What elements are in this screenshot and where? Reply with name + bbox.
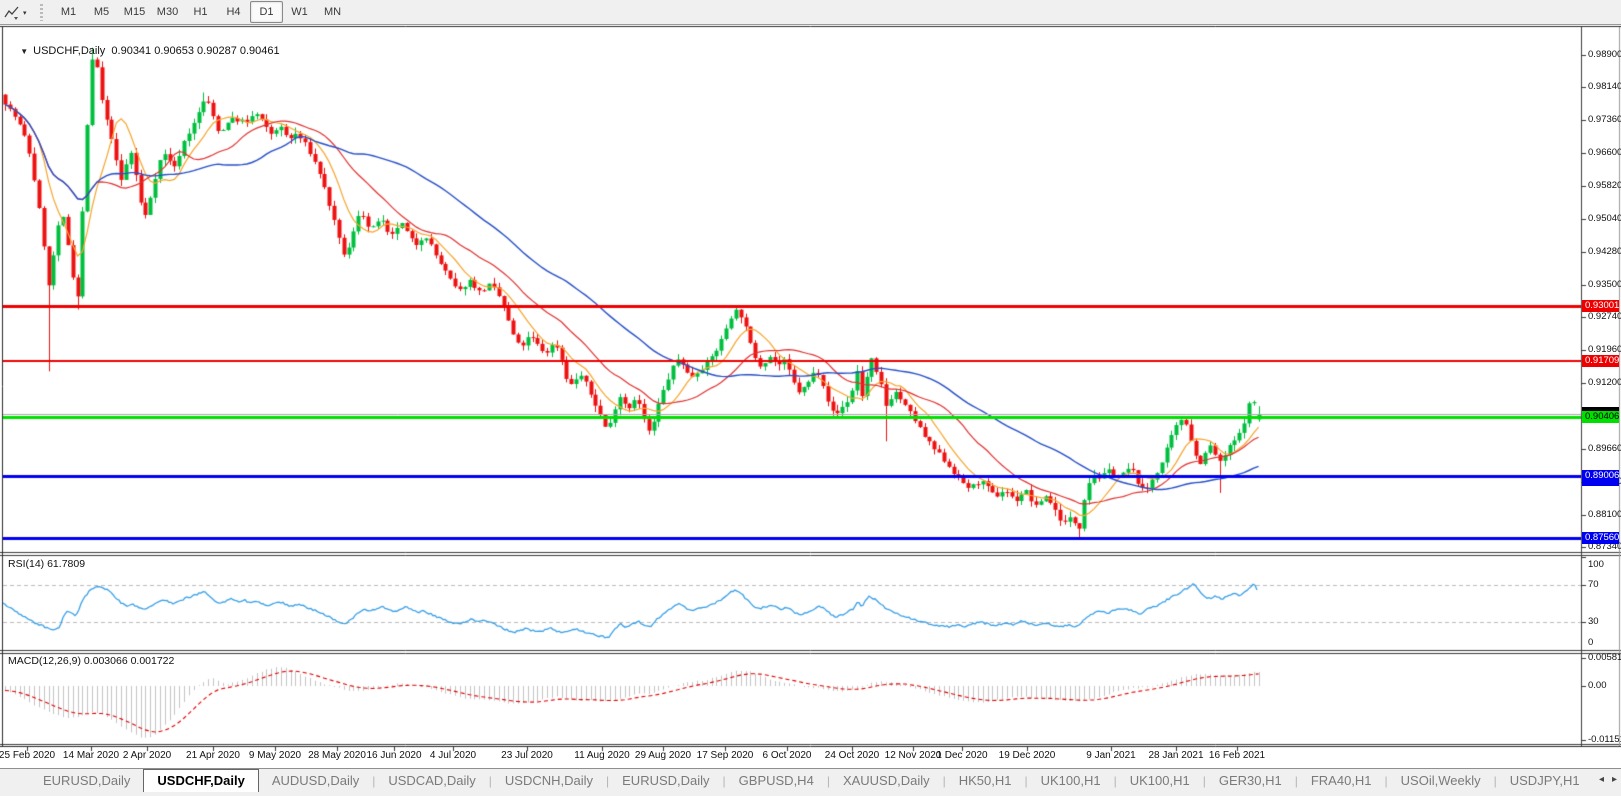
timeframe-button-h1[interactable]: H1 (184, 1, 217, 23)
date-axis-label: 23 Jul 2020 (501, 750, 553, 761)
mt4-window: ▾ M1M5M15M30H1H4D1W1MN ▼ USDCHF,Daily 0.9… (0, 0, 1621, 796)
timeframe-button-h4[interactable]: H4 (217, 1, 250, 23)
date-axis-label: 4 Jul 2020 (430, 750, 476, 761)
tab-scroll-left-icon[interactable]: ◂ (1599, 773, 1604, 787)
price-tick-label: 0.92740 (1588, 312, 1620, 322)
macd-tick-label: 0.005818 (1588, 653, 1620, 663)
chart-tab-ger30-h1[interactable]: GER30,H1 (1206, 770, 1295, 792)
rsi-tick-label: 0 (1588, 638, 1620, 648)
chart-tab-usdcnh-daily[interactable]: USDCNH,Daily (492, 770, 606, 792)
date-axis-label: 2 Apr 2020 (123, 750, 171, 761)
hline-price-label[interactable]: 0.87560 (1582, 532, 1619, 544)
price-tick-label: 0.97360 (1588, 115, 1620, 125)
chart-tab-xauusd-daily[interactable]: XAUUSD,Daily (830, 770, 943, 792)
chart-tab-usdcad-daily[interactable]: USDCAD,Daily (375, 770, 488, 792)
date-axis-label: 14 Mar 2020 (63, 750, 119, 761)
chart-tab-uk100-h1[interactable]: UK100,H1 (1117, 770, 1203, 792)
toolbar-grip[interactable] (40, 4, 43, 21)
rsi-tick-label: 70 (1588, 580, 1620, 590)
date-axis-label: 19 Dec 2020 (999, 750, 1056, 761)
timeframe-button-m5[interactable]: M5 (85, 1, 118, 23)
date-axis-label: 29 Aug 2020 (635, 750, 691, 761)
timeframe-button-m15[interactable]: M15 (118, 1, 151, 23)
date-axis-label: 1 Dec 2020 (936, 750, 987, 761)
timeframe-toolbar: ▾ M1M5M15M30H1H4D1W1MN (0, 0, 1621, 25)
rsi-indicator-label: RSI(14) 61.7809 (8, 558, 85, 570)
rsi-tick-label: 30 (1588, 617, 1620, 627)
chart-tab-eurusd-daily[interactable]: EURUSD,Daily (30, 770, 143, 792)
chart-tab-hk50-h1[interactable]: HK50,H1 (946, 770, 1025, 792)
price-tick-label: 0.88100 (1588, 510, 1620, 520)
timeframe-button-m30[interactable]: M30 (151, 1, 184, 23)
chart-tab-fra40-h1[interactable]: FRA40,H1 (1298, 770, 1385, 792)
timeframe-button-d1[interactable]: D1 (250, 1, 283, 23)
price-tick-label: 0.98140 (1588, 82, 1620, 92)
hline-price-label[interactable]: 0.89006 (1582, 470, 1619, 482)
price-tick-label: 0.95040 (1588, 214, 1620, 224)
date-axis-label: 9 May 2020 (249, 750, 301, 761)
date-axis-label: 12 Nov 2020 (885, 750, 942, 761)
date-axis-label: 28 Jan 2021 (1148, 750, 1203, 761)
crosshair-cursor-icon (4, 6, 20, 20)
chart-tab-usdjpy-h1[interactable]: USDJPY,H1 (1497, 770, 1581, 792)
price-tick-label: 0.96600 (1588, 148, 1620, 158)
date-axis-label: 16 Jun 2020 (366, 750, 421, 761)
macd-tick-label: -0.011513 (1588, 735, 1620, 745)
date-axis-label: 21 Apr 2020 (186, 750, 240, 761)
chart-tab-bar: EURUSD,DailyUSDCHF,DailyAUDUSD,Daily|USD… (0, 768, 1621, 796)
chart-tab-eurusd-daily[interactable]: EURUSD,Daily (609, 770, 722, 792)
date-axis-label: 28 May 2020 (308, 750, 366, 761)
chart-tab-audusd-daily[interactable]: AUDUSD,Daily (259, 770, 372, 792)
hline-price-label[interactable]: 0.93001 (1582, 300, 1619, 312)
line-studies-icon[interactable]: ▾ (4, 3, 34, 22)
price-tick-label: 0.94280 (1588, 247, 1620, 257)
macd-tick-label: 0.00 (1588, 681, 1620, 691)
date-axis-label: 6 Oct 2020 (763, 750, 812, 761)
price-tick-label: 0.91200 (1588, 378, 1620, 388)
hline-price-label[interactable]: 0.91709 (1582, 355, 1619, 367)
chart-title: ▼ USDCHF,Daily 0.90341 0.90653 0.90287 0.… (8, 33, 280, 69)
chevron-down-icon[interactable]: ▾ (23, 9, 27, 17)
macd-indicator-label: MACD(12,26,9) 0.003066 0.001722 (8, 655, 174, 667)
timeframe-button-w1[interactable]: W1 (283, 1, 316, 23)
tab-scroll-right-icon[interactable]: ▸ (1612, 773, 1617, 787)
price-tick-label: 0.95820 (1588, 181, 1620, 191)
chart-symbol-period: USDCHF,Daily (33, 45, 105, 57)
hline-price-label[interactable]: 0.90406 (1582, 411, 1619, 423)
chart-tab-usoil-weekly[interactable]: USOil,Weekly (1388, 770, 1494, 792)
ohlc-text: 0.90341 0.90653 0.90287 0.90461 (111, 45, 279, 57)
chart-tab-gbpusd-h4[interactable]: GBPUSD,H4 (726, 770, 827, 792)
timeframe-button-m1[interactable]: M1 (52, 1, 85, 23)
chart-tab-uk100-h1[interactable]: UK100,H1 (1028, 770, 1114, 792)
rsi-tick-label: 100 (1588, 560, 1620, 570)
chart-tab-usdchf-daily[interactable]: USDCHF,Daily (143, 769, 258, 792)
date-axis-label: 17 Sep 2020 (697, 750, 754, 761)
date-axis-label: 11 Aug 2020 (574, 750, 629, 761)
date-axis-label: 16 Feb 2021 (1209, 750, 1265, 761)
chart-canvas[interactable] (0, 0, 1621, 796)
date-axis-label: 25 Feb 2020 (0, 750, 55, 761)
price-tick-label: 0.91960 (1588, 345, 1620, 355)
date-axis-label: 24 Oct 2020 (825, 750, 879, 761)
timeframe-button-mn[interactable]: MN (316, 1, 349, 23)
collapse-icon[interactable]: ▼ (20, 47, 28, 56)
date-axis-label: 9 Jan 2021 (1086, 750, 1136, 761)
price-tick-label: 0.93500 (1588, 280, 1620, 290)
hline-label-partial (1582, 482, 1619, 486)
price-tick-label: 0.89660 (1588, 444, 1620, 454)
price-tick-label: 0.98900 (1588, 50, 1620, 60)
